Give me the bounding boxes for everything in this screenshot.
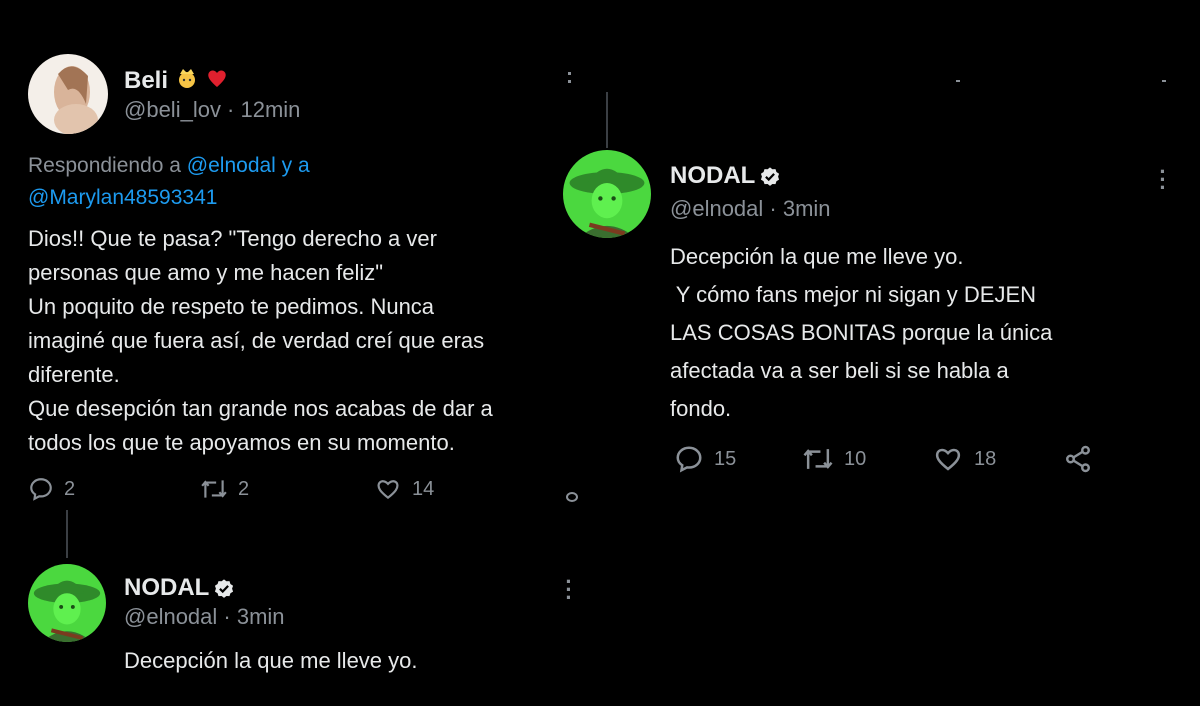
reply-count: 2 xyxy=(64,477,76,500)
red-heart-emoji-icon xyxy=(205,66,229,97)
nodal-retweet-button[interactable]: 10 xyxy=(802,444,866,474)
mention-elnodal[interactable]: @elnodal y a xyxy=(187,154,310,177)
reply-count: 15 xyxy=(714,447,737,470)
more-options-icon[interactable]: · · · xyxy=(564,571,574,609)
body-line: Que desepción tan grande nos acabas de d… xyxy=(28,396,493,421)
verified-badge-icon xyxy=(761,167,780,186)
nodal-share-button[interactable] xyxy=(1062,444,1094,474)
nodal-handle-time[interactable]: @elnodal · 3min xyxy=(670,196,831,222)
reply-icon xyxy=(30,478,52,501)
nodal-avatar[interactable] xyxy=(28,564,106,642)
nodal-name-text: NODAL xyxy=(670,162,756,189)
beli-avatar[interactable] xyxy=(28,54,108,134)
beli-display-name[interactable]: Beli xyxy=(124,66,229,97)
princess-emoji-icon xyxy=(175,66,199,97)
nodal-like-button[interactable]: 18 xyxy=(932,444,996,474)
mention-marylan[interactable]: @Marylan48593341 xyxy=(28,182,217,214)
like-count: 14 xyxy=(412,477,435,500)
heart-icon xyxy=(377,480,399,500)
nodal-name-text: NODAL xyxy=(124,574,210,601)
beli-reply-button[interactable]: 2 xyxy=(28,476,75,502)
replying-to-label: Respondiendo a xyxy=(28,154,187,177)
nodal-reply-body: Decepción la que me lleve yo. xyxy=(124,648,418,673)
nodal-reply-handle-time[interactable]: @elnodal · 3min xyxy=(124,604,285,630)
retweet-icon xyxy=(803,449,833,469)
retweet-count: 10 xyxy=(844,447,867,470)
beli-retweet-button[interactable]: 2 xyxy=(200,476,249,502)
body-line: Un poquito de respeto te pedimos. Nunca xyxy=(28,294,435,319)
body-line: fondo. xyxy=(670,396,732,421)
body-line: imaginé que fuera así, de verdad creí qu… xyxy=(28,328,485,353)
screenshot-artifact xyxy=(568,80,571,83)
beli-name-text: Beli xyxy=(124,66,169,94)
screenshot-artifact xyxy=(566,492,578,502)
nodal-reply-display-name[interactable]: NODAL xyxy=(124,574,235,602)
replying-to-line: Respondiendo a @elnodal y a xyxy=(28,150,310,182)
verified-badge-icon xyxy=(215,579,234,598)
thread-connector-line-right xyxy=(606,92,608,148)
body-line: Dios!! Que te pasa? "Tengo derecho a ver xyxy=(28,226,437,251)
body-line: Y cómo fans mejor ni sigan y DEJEN xyxy=(670,282,1037,307)
nodal-reply-button[interactable]: 15 xyxy=(674,444,736,474)
beli-tweet-body: Dios!! Que te pasa? "Tengo derecho a ver… xyxy=(28,222,493,460)
nodal-avatar-large[interactable] xyxy=(563,150,651,238)
nodal-display-name[interactable]: NODAL xyxy=(670,162,781,190)
reply-icon xyxy=(676,446,702,473)
screenshot-artifact xyxy=(1162,80,1166,82)
like-count: 18 xyxy=(974,447,997,470)
heart-icon xyxy=(935,448,961,471)
thread-connector-line xyxy=(66,510,68,558)
beli-like-button[interactable]: 14 xyxy=(374,476,434,502)
beli-handle-time[interactable]: @beli_lov · 12min xyxy=(124,97,300,123)
body-line: personas que amo y me hacen feliz" xyxy=(28,260,384,285)
body-line: LAS COSAS BONITAS porque la única xyxy=(670,320,1053,345)
screenshot-artifact xyxy=(956,80,960,82)
body-line: todos los que te apoyamos en su momento. xyxy=(28,430,455,455)
body-line: diferente. xyxy=(28,362,120,387)
retweet-count: 2 xyxy=(238,477,250,500)
retweet-icon xyxy=(201,480,227,498)
nodal-tweet-body: Decepción la que me lleve yo. Y cómo fan… xyxy=(670,238,1052,428)
body-line: afectada va a ser beli si se habla a xyxy=(670,358,1009,383)
share-icon xyxy=(1066,445,1090,473)
more-options-icon[interactable]: · · · xyxy=(1158,161,1168,199)
body-line: Decepción la que me lleve yo. xyxy=(670,244,964,269)
screenshot-artifact xyxy=(568,72,571,75)
